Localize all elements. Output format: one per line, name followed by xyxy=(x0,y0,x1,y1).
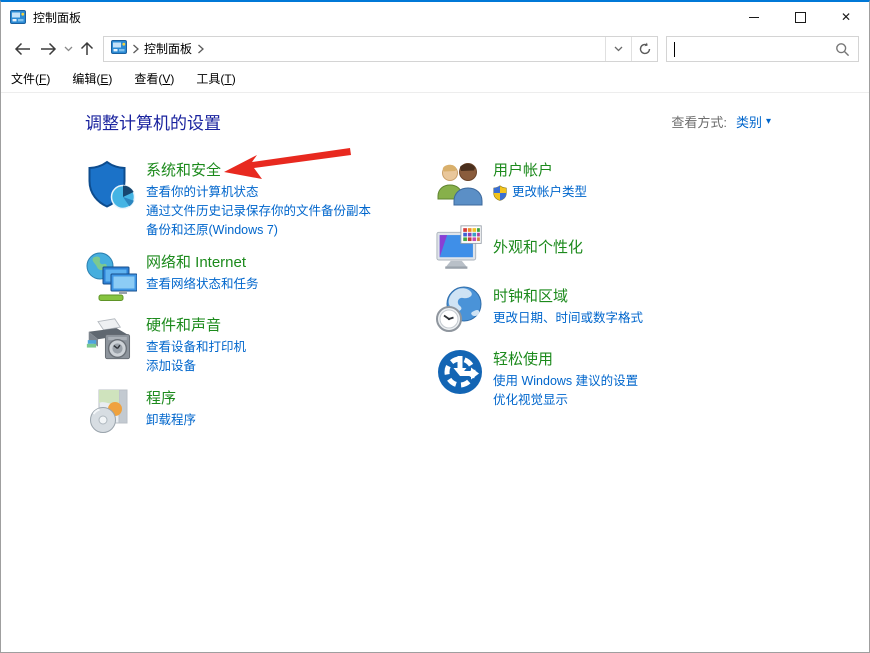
view-by-control: 查看方式: 类别▾ xyxy=(671,112,771,131)
minimize-icon xyxy=(749,17,759,18)
hardware-sound-icon[interactable] xyxy=(85,314,137,366)
link-uninstall-program[interactable]: 卸载程序 xyxy=(146,411,196,430)
appearance-personalization-icon[interactable] xyxy=(436,222,484,274)
content-area: 调整计算机的设置 查看方式: 类别▾ 系统和安全 查看你的计算机状态 通过文件历… xyxy=(1,93,869,450)
dropdown-arrow-icon: ▾ xyxy=(766,116,771,127)
refresh-button[interactable] xyxy=(631,37,657,61)
text-caret xyxy=(674,42,675,57)
address-bar-row: 控制面板 xyxy=(1,32,869,65)
ease-of-access-icon[interactable] xyxy=(436,348,484,400)
link-change-account-type[interactable]: 更改帐户类型 xyxy=(493,183,587,202)
control-panel-icon xyxy=(10,10,26,24)
window-controls: ✕ xyxy=(731,2,869,32)
category-title-system-security[interactable]: 系统和安全 xyxy=(146,160,371,181)
close-button[interactable]: ✕ xyxy=(823,2,869,32)
link-devices-printers[interactable]: 查看设备和打印机 xyxy=(146,338,246,357)
recent-pages-dropdown[interactable] xyxy=(61,36,75,62)
titlebar: 控制面板 ✕ xyxy=(1,2,869,32)
category-title-network[interactable]: 网络和 Internet xyxy=(146,252,259,273)
window-title: 控制面板 xyxy=(33,9,81,26)
link-change-date-time[interactable]: 更改日期、时间或数字格式 xyxy=(493,309,643,328)
category-user-accounts: 用户帐户 更改帐户类型 xyxy=(436,159,869,211)
menu-file[interactable]: 文件(F) xyxy=(11,70,50,87)
category-title-clock-region[interactable]: 时钟和区域 xyxy=(493,286,643,307)
minimize-button[interactable] xyxy=(731,2,777,32)
link-computer-status[interactable]: 查看你的计算机状态 xyxy=(146,183,371,202)
view-by-label: 查看方式: xyxy=(671,112,727,131)
link-file-history[interactable]: 通过文件历史记录保存你的文件备份副本 xyxy=(146,202,371,221)
up-button[interactable] xyxy=(75,36,99,62)
up-arrow-icon xyxy=(80,41,94,56)
breadcrumb-location[interactable]: 控制面板 xyxy=(144,40,192,57)
breadcrumb-chevron-icon[interactable] xyxy=(197,44,204,54)
breadcrumb: 控制面板 xyxy=(104,40,605,57)
category-title-programs[interactable]: 程序 xyxy=(146,388,196,409)
link-optimize-visual-display[interactable]: 优化视觉显示 xyxy=(493,391,638,410)
category-system-security: 系统和安全 查看你的计算机状态 通过文件历史记录保存你的文件备份副本 备份和还原… xyxy=(85,159,436,240)
category-title-user-accounts[interactable]: 用户帐户 xyxy=(493,160,587,181)
link-add-device[interactable]: 添加设备 xyxy=(146,357,246,376)
maximize-icon xyxy=(795,12,806,23)
category-column-right: 用户帐户 更改帐户类型 外观和个性化 xyxy=(436,159,869,450)
category-title-hardware[interactable]: 硬件和声音 xyxy=(146,315,246,336)
network-internet-icon[interactable] xyxy=(85,251,137,303)
refresh-icon xyxy=(638,42,652,56)
search-input[interactable] xyxy=(667,37,858,61)
menu-tools[interactable]: 工具(T) xyxy=(196,70,235,87)
category-network-internet: 网络和 Internet 查看网络状态和任务 xyxy=(85,251,436,303)
forward-button[interactable] xyxy=(35,36,61,62)
menu-edit[interactable]: 编辑(E) xyxy=(72,70,112,87)
category-clock-region: 时钟和区域 更改日期、时间或数字格式 xyxy=(436,285,869,337)
page-title: 调整计算机的设置 xyxy=(85,109,221,134)
control-panel-window: 控制面板 ✕ 控制面板 xyxy=(0,0,870,653)
category-title-appearance[interactable]: 外观和个性化 xyxy=(493,237,583,258)
security-shield-icon[interactable] xyxy=(85,159,137,211)
forward-arrow-icon xyxy=(40,42,57,56)
address-dropdown-button[interactable] xyxy=(605,37,631,61)
link-backup-restore[interactable]: 备份和还原(Windows 7) xyxy=(146,221,371,240)
category-hardware-sound: 硬件和声音 查看设备和打印机 添加设备 xyxy=(85,314,436,376)
chevron-down-icon xyxy=(614,46,623,52)
link-network-status[interactable]: 查看网络状态和任务 xyxy=(146,275,259,294)
menu-bar: 文件(F) 编辑(E) 查看(V) 工具(T) xyxy=(1,65,869,93)
control-panel-icon[interactable] xyxy=(111,40,127,57)
user-accounts-icon[interactable] xyxy=(436,159,484,211)
back-button[interactable] xyxy=(9,36,35,62)
address-bar[interactable]: 控制面板 xyxy=(103,36,658,62)
category-title-ease-of-access[interactable]: 轻松使用 xyxy=(493,349,638,370)
menu-view[interactable]: 查看(V) xyxy=(134,70,174,87)
category-programs: 程序 卸载程序 xyxy=(85,387,436,439)
search-icon[interactable] xyxy=(835,42,850,57)
clock-region-icon[interactable] xyxy=(436,285,484,337)
breadcrumb-chevron-icon[interactable] xyxy=(132,44,139,54)
uac-shield-icon xyxy=(493,185,507,201)
category-ease-of-access: 轻松使用 使用 Windows 建议的设置 优化视觉显示 xyxy=(436,348,869,410)
close-icon: ✕ xyxy=(841,11,851,23)
chevron-down-icon xyxy=(64,46,73,52)
search-box xyxy=(666,36,859,62)
view-by-dropdown[interactable]: 类别▾ xyxy=(736,112,771,131)
link-suggested-settings[interactable]: 使用 Windows 建议的设置 xyxy=(493,372,638,391)
back-arrow-icon xyxy=(14,42,31,56)
maximize-button[interactable] xyxy=(777,2,823,32)
programs-icon[interactable] xyxy=(85,387,137,439)
category-appearance: 外观和个性化 xyxy=(436,222,869,274)
category-column-left: 系统和安全 查看你的计算机状态 通过文件历史记录保存你的文件备份副本 备份和还原… xyxy=(85,159,436,450)
